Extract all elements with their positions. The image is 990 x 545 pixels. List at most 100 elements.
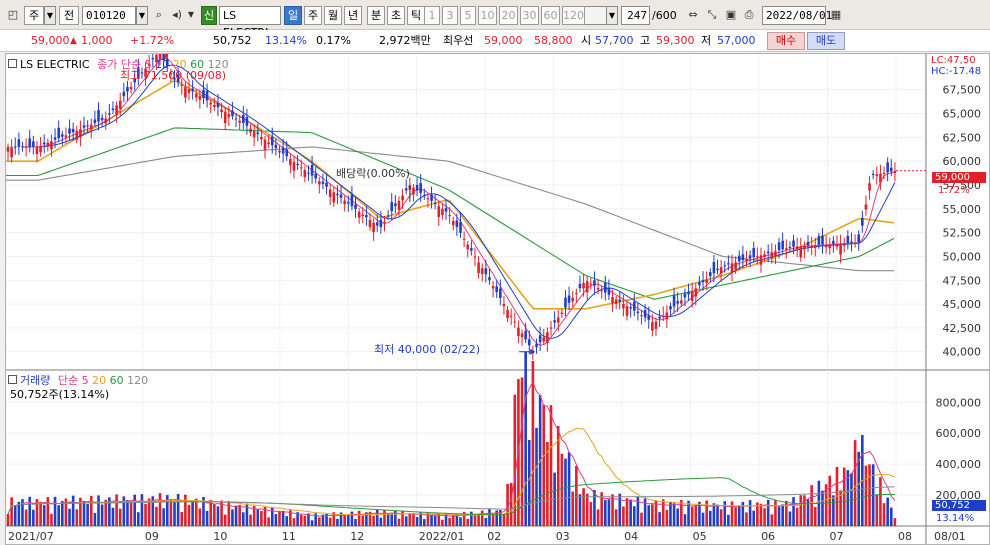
candle-body: [636, 311, 640, 313]
interval-button-0[interactable]: 1: [424, 6, 440, 25]
candle-body: [821, 235, 824, 245]
period-tab-1[interactable]: 주: [304, 6, 322, 25]
volume-bar: [864, 465, 868, 526]
save-icon[interactable]: ▣: [723, 7, 739, 23]
candle-body: [875, 174, 879, 177]
period-tab-0[interactable]: 일: [284, 6, 302, 25]
candle-body: [339, 194, 343, 198]
window-icon[interactable]: ◰: [5, 7, 21, 23]
volume-bar: [480, 510, 484, 526]
interval-button-7[interactable]: 120: [562, 6, 585, 25]
volume-bar: [397, 518, 401, 526]
volume-bar: [701, 512, 705, 526]
lc-badge: LC:47,50: [931, 55, 976, 66]
interval-button-2[interactable]: 5: [460, 6, 476, 25]
candle-body: [473, 256, 477, 258]
chart-panel[interactable]: 2021/07 09 10 11 12 2022/01 02 03 04 05 06 07 08 08/0…: [5, 44, 990, 545]
period-tab-2[interactable]: 월: [324, 6, 342, 25]
candle-body: [448, 215, 451, 217]
stock-name-field[interactable]: LS ELECTRI: [219, 6, 281, 39]
volume-bar: [176, 494, 180, 526]
sound-dropdown-icon[interactable]: ▼: [185, 7, 197, 23]
candle-body: [238, 120, 241, 123]
interval-button-5[interactable]: 30: [520, 6, 539, 25]
volume-legend-box-icon[interactable]: [8, 375, 17, 384]
candle-body: [774, 251, 777, 257]
period-tab-3[interactable]: 년: [344, 6, 362, 25]
search-icon[interactable]: ⌕: [151, 7, 167, 23]
volume-bar: [10, 497, 13, 526]
volume-bar: [593, 490, 596, 526]
volume-bar: [375, 509, 379, 526]
calendar-icon[interactable]: ▦: [828, 7, 844, 23]
candle-body: [524, 330, 527, 340]
candle-body: [198, 95, 202, 100]
code-dropdown-icon[interactable]: ▼: [136, 6, 148, 25]
volume-bar: [774, 500, 777, 526]
candle-body: [499, 288, 502, 298]
candle-body: [267, 142, 270, 145]
code-input[interactable]: 010120: [82, 6, 136, 25]
candle-body: [115, 105, 118, 115]
candle-body: [184, 86, 187, 98]
volume-bar: [415, 516, 419, 526]
candle-body: [260, 136, 263, 140]
volume-bar: [100, 504, 104, 526]
ruler-icon[interactable]: ⇔: [685, 7, 701, 23]
interval-button-6[interactable]: 60: [541, 6, 560, 25]
volume-bar: [509, 482, 513, 526]
candle-body: [614, 299, 618, 304]
print-icon[interactable]: ⎙: [741, 7, 757, 23]
legend-box-icon[interactable]: [8, 59, 17, 68]
interval-dropdown-icon[interactable]: ▼: [606, 6, 618, 25]
candle-body: [719, 267, 723, 274]
interval-button-3[interactable]: 10: [478, 6, 497, 25]
volume-bar: [680, 499, 683, 526]
sell-button[interactable]: 매도: [807, 32, 845, 50]
interval-button-1[interactable]: 3: [442, 6, 458, 25]
volume-tick-label: 600,000: [936, 427, 982, 440]
ma20-line: [6, 79, 895, 310]
market-select[interactable]: 주: [24, 6, 44, 25]
candle-body: [701, 280, 705, 283]
quote-volume: 50,752: [213, 34, 252, 47]
candle-body: [575, 292, 578, 294]
candle-body: [129, 86, 133, 90]
candle-body: [57, 127, 60, 139]
price-tick-label: 42,500: [943, 322, 982, 335]
period-tab-5[interactable]: 초: [387, 6, 405, 25]
buy-button[interactable]: 매수: [767, 32, 805, 50]
prev-button[interactable]: 전: [59, 6, 79, 25]
candle-body: [354, 204, 357, 209]
dividend-note: 배당락(0.00%): [336, 167, 410, 180]
candle-body: [741, 254, 745, 261]
volume-bar: [647, 505, 651, 526]
candle-body: [299, 167, 303, 169]
volume-bar: [875, 494, 879, 526]
volume-bar: [651, 504, 654, 526]
date-input[interactable]: 2022/08/01: [762, 6, 832, 25]
line-tool-icon[interactable]: ⤡: [704, 7, 720, 23]
volume-bar: [423, 519, 426, 526]
period-tab-6[interactable]: 틱: [407, 6, 425, 25]
candle-body: [256, 132, 260, 135]
candle-body: [50, 141, 53, 150]
candle-body: [357, 211, 361, 218]
interval-button-4[interactable]: 20: [499, 6, 518, 25]
stock-chart[interactable]: 2021/07 09 10 11 12 2022/01 02 03 04 05 06 07 08 08/0…: [5, 44, 989, 544]
candle-body: [433, 202, 437, 204]
volume-bar: [560, 453, 564, 526]
candle-body: [6, 146, 10, 152]
candle-body: [82, 125, 86, 128]
volume-bar: [737, 505, 741, 526]
count-input[interactable]: 247: [621, 6, 650, 25]
volume-bar: [893, 518, 897, 526]
signal-button[interactable]: 신: [201, 6, 217, 25]
candle-body: [871, 173, 875, 176]
period-tab-4[interactable]: 분: [367, 6, 385, 25]
volume-bar: [596, 509, 600, 526]
sound-icon[interactable]: ◂): [169, 7, 185, 23]
candle-body: [343, 200, 346, 205]
price-tick-label: 50,000: [943, 250, 982, 263]
market-dropdown-icon[interactable]: ▼: [44, 6, 56, 25]
